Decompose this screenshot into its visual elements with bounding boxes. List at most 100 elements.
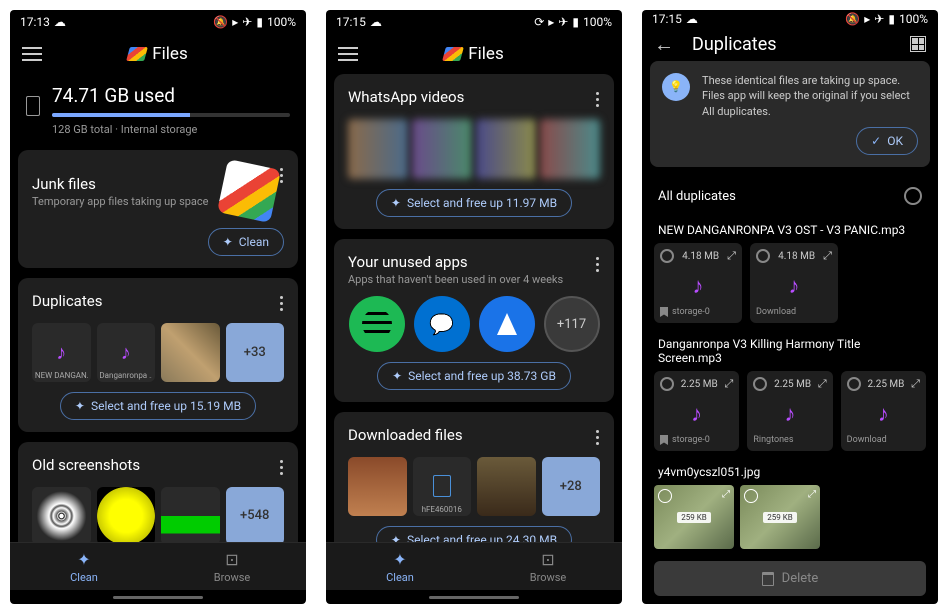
select-radio[interactable] [744,489,758,503]
weather-icon: ☁ [686,12,698,26]
screenshot-thumb[interactable] [32,487,91,543]
expand-icon[interactable]: ⤢ [823,249,832,263]
duplicate-item[interactable]: 4.18 MB⤢ ♪ storage-0 [654,243,742,323]
content-scroll[interactable]: 74.71 GB used 128 GB total · Internal st… [10,74,306,542]
expand-icon[interactable]: ⤢ [725,377,734,391]
music-note-icon: ♪ [753,401,826,427]
select-radio[interactable] [847,377,861,391]
menu-icon[interactable] [22,47,42,61]
battery-pct: 100% [899,12,928,26]
phone-screen-3: 17:15☁ 🔕▸✈▮100% ← Duplicates 💡 These ide… [642,10,938,604]
video-thumb[interactable] [476,119,536,179]
video-thumb[interactable] [540,119,600,179]
music-note-icon: ♪ [660,401,733,427]
clock: 17:13 [20,15,50,29]
screenshot-more[interactable]: +548 [226,487,285,543]
delete-button[interactable]: Delete [654,561,926,596]
select-all-radio[interactable] [904,187,922,205]
more-icon[interactable] [276,292,284,315]
duplicate-item[interactable]: 2.25 MB⤢ ♪ Ringtones [747,371,832,451]
unused-title: Your unused apps [348,253,563,271]
duplicates-card: Duplicates ♪NEW DANGAN.. ♪Danganronpa ..… [18,278,298,432]
back-icon[interactable]: ← [654,32,674,57]
select-radio[interactable] [660,249,674,263]
select-radio[interactable] [658,489,672,503]
gesture-handle[interactable] [326,590,622,604]
select-free-button[interactable]: ✦Select and free up 24.30 MB [376,526,572,543]
view-toggle-icon[interactable] [910,36,926,52]
more-icon[interactable] [592,88,600,111]
app-more[interactable]: +117 [544,296,600,352]
app-icon-spotify[interactable] [349,296,405,352]
downloaded-title: Downloaded files [348,426,463,444]
download-thumb[interactable] [348,457,407,516]
storage-total-label: 128 GB total · Internal storage [52,123,290,136]
junk-subtitle: Temporary app files taking up space [32,195,209,208]
more-icon[interactable] [592,253,600,276]
duplicate-image-item[interactable]: 259 KB⤢ [654,485,734,549]
page-title: Duplicates [692,34,892,55]
bookmark-icon [660,307,668,317]
content-scroll[interactable]: WhatsApp videos ✦Select and free up 11.9… [326,74,622,542]
folder-icon: ⊡ [225,550,238,569]
top-bar: Files [10,34,306,74]
duplicate-more[interactable]: +33 [226,323,285,382]
menu-icon[interactable] [338,47,358,61]
nav-clean[interactable]: ✦Clean [326,543,474,590]
lightbulb-icon: 💡 [662,73,690,101]
duplicate-thumb[interactable]: ♪Danganronpa .. [97,323,156,382]
duplicate-thumb[interactable]: ♪NEW DANGAN.. [32,323,91,382]
expand-icon[interactable]: ⤢ [808,489,816,500]
wifi-icon: ▸ [232,15,238,29]
duplicate-thumb[interactable] [161,323,220,382]
unused-subtitle: Apps that haven't been used in over 4 we… [348,273,563,286]
status-bar: 17:15☁ ⟳▸✈▮100% [326,10,622,34]
duplicate-item[interactable]: 2.25 MB⤢ ♪ Download [841,371,926,451]
screenshot-thumb[interactable] [97,487,156,543]
download-more[interactable]: +28 [542,457,601,516]
video-thumb[interactable] [348,119,408,179]
music-note-icon: ♪ [756,273,832,299]
download-thumb[interactable]: hFE460016 [413,457,472,516]
screenshot-thumb[interactable] [161,487,220,543]
duplicate-item[interactable]: 4.18 MB⤢ ♪ Download [750,243,838,323]
sparkle-icon: ✦ [223,235,233,249]
expand-icon[interactable]: ⤢ [722,489,730,500]
wifi-icon: ▸ [548,15,554,29]
junk-illustration-icon [217,159,281,223]
storage-summary[interactable]: 74.71 GB used 128 GB total · Internal st… [18,74,298,150]
gesture-handle[interactable] [10,590,306,604]
dnd-icon: 🔕 [845,12,860,26]
nav-clean[interactable]: ✦Clean [10,543,158,590]
select-radio[interactable] [756,249,770,263]
expand-icon[interactable]: ⤢ [911,377,920,391]
whatsapp-card: WhatsApp videos ✦Select and free up 11.9… [334,74,614,229]
select-radio[interactable] [753,377,767,391]
expand-icon[interactable]: ⤢ [727,249,736,263]
select-radio[interactable] [660,377,674,391]
select-all-row[interactable]: All duplicates [642,177,938,215]
banner-text: These identical files are taking up spac… [702,73,918,119]
video-thumb[interactable] [412,119,472,179]
junk-files-card: Junk files Temporary app files taking up… [18,150,298,268]
music-note-icon: ♪ [847,401,920,427]
select-free-button[interactable]: ✦Select and free up 11.97 MB [376,189,572,217]
nav-browse[interactable]: ⊡Browse [474,543,622,590]
app-icon-paperplane[interactable] [479,296,535,352]
sparkle-icon: ✦ [393,550,406,569]
nav-browse[interactable]: ⊡Browse [158,543,306,590]
status-bar: 17:15☁ 🔕▸✈▮100% [642,10,938,28]
clean-button[interactable]: ✦Clean [208,228,284,256]
more-icon[interactable] [592,426,600,449]
screenshots-title: Old screenshots [32,456,140,474]
download-thumb[interactable] [477,457,536,516]
expand-icon[interactable]: ⤢ [818,377,827,391]
duplicate-item[interactable]: 2.25 MB⤢ ♪ storage-0 [654,371,739,451]
duplicate-image-item[interactable]: 259 KB⤢ [740,485,820,549]
app-icon-playstation[interactable] [414,296,470,352]
select-free-button[interactable]: ✦Select and free up 15.19 MB [60,392,256,420]
select-free-button[interactable]: ✦Select and free up 38.73 GB [377,362,571,390]
more-icon[interactable] [276,456,284,479]
ok-button[interactable]: ✓OK [856,127,918,155]
airplane-icon: ✈ [874,12,884,26]
